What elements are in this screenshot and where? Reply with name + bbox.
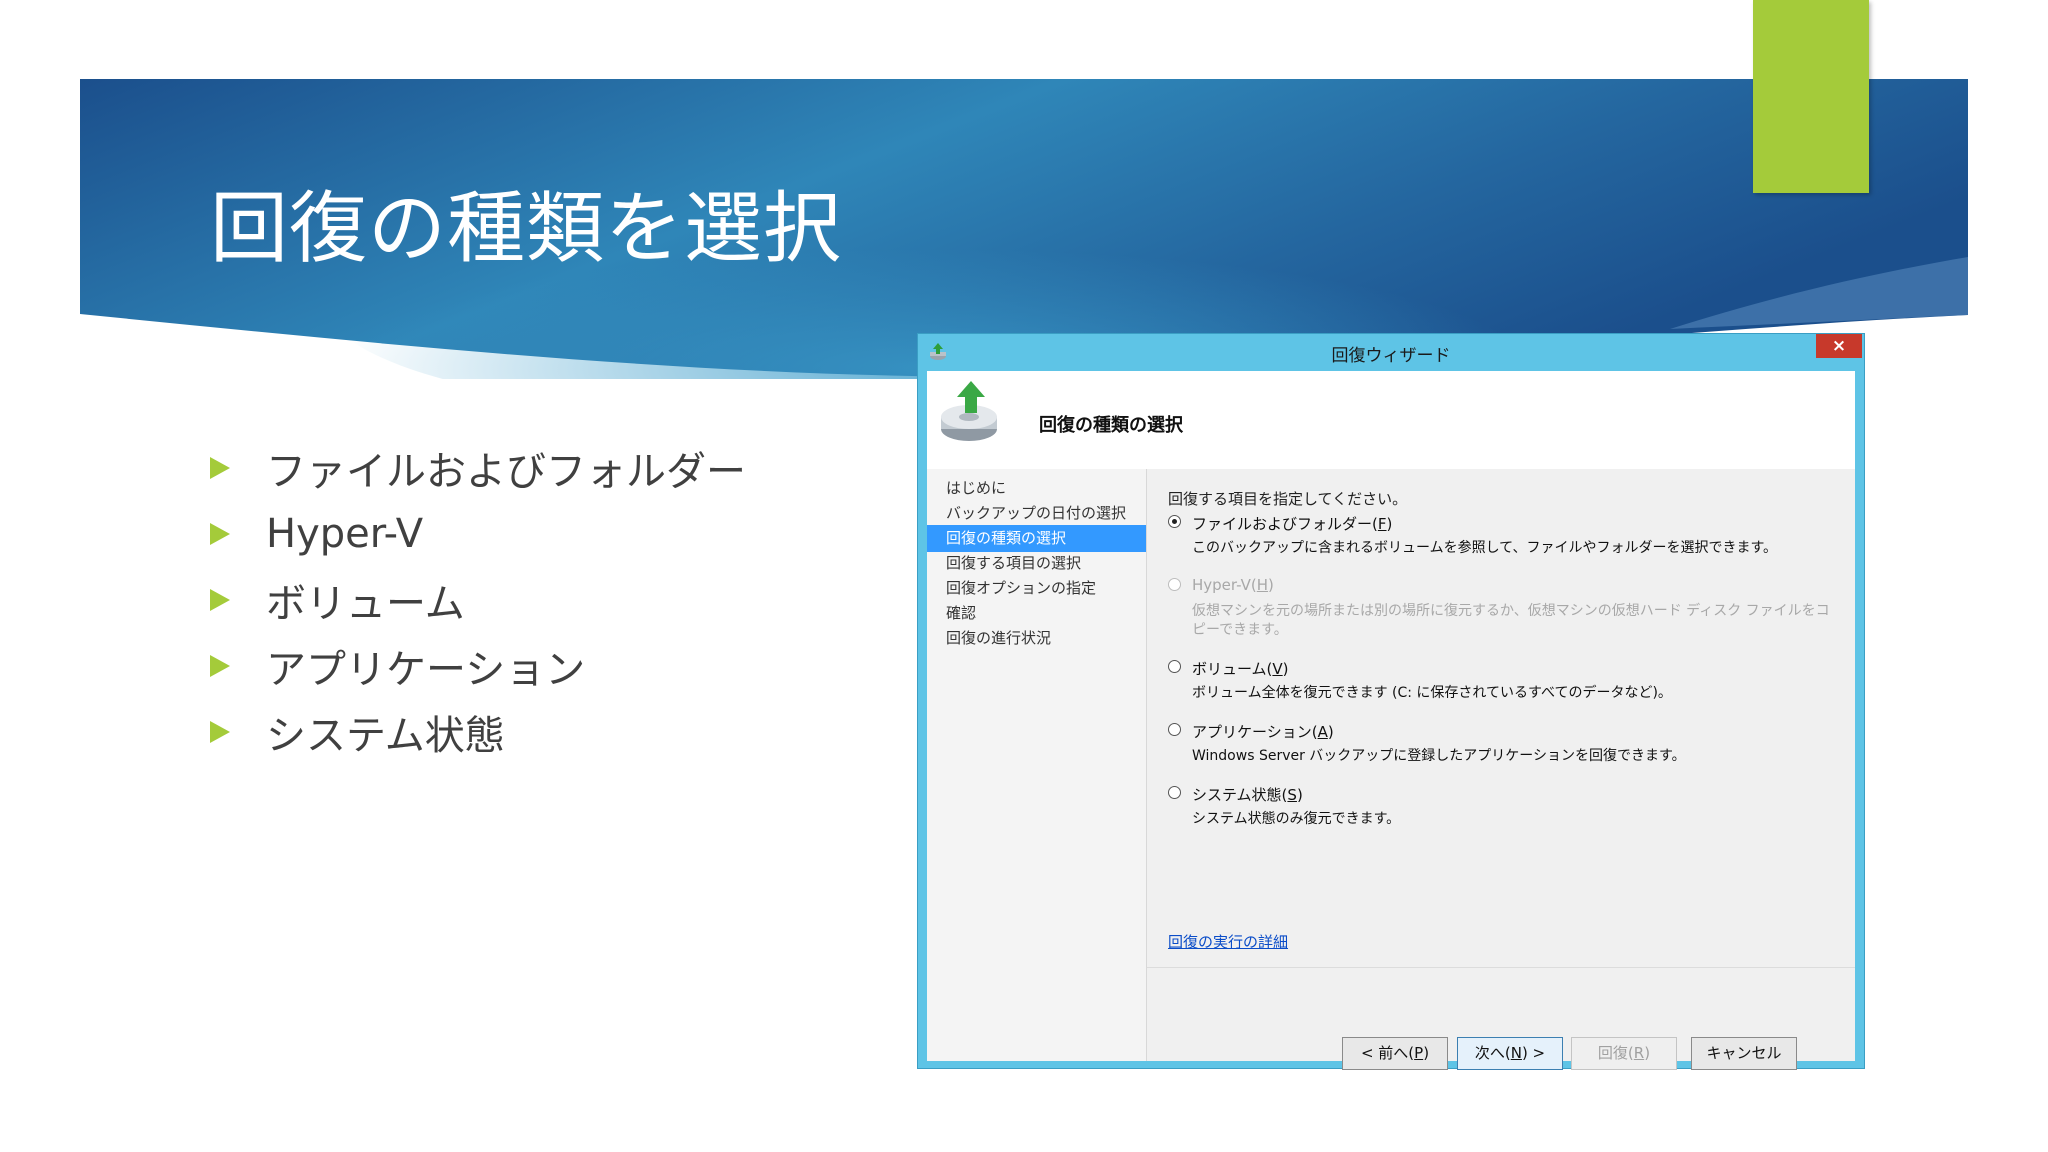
option-description: 仮想マシンを元の場所または別の場所に復元するか、仮想マシンの仮想ハード ディスク… — [1192, 603, 1830, 638]
button-separator — [1147, 967, 1855, 968]
nav-step-progress[interactable]: 回復の進行状況 — [927, 625, 1146, 652]
nav-step-backup-date[interactable]: バックアップの日付の選択 — [927, 500, 1146, 527]
next-button[interactable]: 次へ(N) > — [1457, 1037, 1563, 1070]
slide-title: 回復の種類を選択 — [210, 184, 843, 274]
option-description: このバックアップに含まれるボリュームを参照して、ファイルやフォルダーを選択できま… — [1192, 540, 1778, 556]
nav-step-start[interactable]: はじめに — [927, 475, 1146, 502]
bullet-triangle-icon — [210, 523, 230, 545]
bullet-item: アプリケーション — [210, 633, 746, 699]
option-description: システム状態のみ復元できます。 — [1192, 811, 1401, 827]
radio-system-state[interactable] — [1168, 786, 1181, 799]
accent-bar — [1753, 0, 1869, 193]
nav-step-recovery-type[interactable]: 回復の種類の選択 — [927, 525, 1146, 552]
recover-button: 回復(R) — [1571, 1037, 1677, 1070]
close-button[interactable]: × — [1816, 334, 1862, 358]
bullet-item: Hyper-V — [210, 501, 746, 567]
radio-hyper-v — [1168, 578, 1181, 591]
wizard-content: 回復する項目を指定してください。 ファイルおよびフォルダー(F) このバックアッ… — [1147, 469, 1855, 1070]
radio-files-folders[interactable] — [1168, 515, 1181, 528]
bullet-triangle-icon — [210, 457, 230, 479]
bullet-triangle-icon — [210, 721, 230, 743]
window-title: 回復ウィザード — [1331, 346, 1451, 366]
wizard-client-area: 回復の種類の選択 はじめに バックアップの日付の選択 回復の種類の選択 回復する… — [927, 371, 1855, 1070]
recovery-wizard-window: 回復ウィザード × 回復の種類の選択 はじめに バックアップの日付の選択 回復の… — [917, 333, 1865, 1070]
radio-application[interactable] — [1168, 723, 1181, 736]
nav-step-select-items[interactable]: 回復する項目の選択 — [927, 550, 1146, 577]
bullet-triangle-icon — [210, 589, 230, 611]
nav-step-confirm[interactable]: 確認 — [927, 600, 1146, 627]
cancel-button[interactable]: キャンセル — [1691, 1037, 1797, 1070]
bullet-item: システム状態 — [210, 699, 746, 765]
option-description: ボリューム全体を復元できます (C: に保存されているすべてのデータなど)。 — [1192, 685, 1672, 701]
wizard-header: 回復の種類の選択 — [927, 371, 1855, 469]
bullet-item: ボリューム — [210, 567, 746, 633]
title-bar[interactable]: 回復ウィザード × — [918, 334, 1864, 370]
nav-step-options[interactable]: 回復オプションの指定 — [927, 575, 1146, 602]
bullet-item: ファイルおよびフォルダー — [210, 435, 746, 501]
wizard-step-nav: はじめに バックアップの日付の選択 回復の種類の選択 回復する項目の選択 回復オ… — [927, 469, 1147, 1061]
instruction-text: 回復する項目を指定してください。 — [1168, 490, 1408, 508]
bullet-list: ファイルおよびフォルダー Hyper-V ボリューム アプリケーション システム… — [210, 435, 746, 765]
option-description: Windows Server バックアップに登録したアプリケーションを回復できま… — [1192, 748, 1686, 764]
radio-volume[interactable] — [1168, 660, 1181, 673]
bullet-triangle-icon — [210, 655, 230, 677]
wizard-page-heading: 回復の種類の選択 — [1039, 415, 1183, 436]
back-button[interactable]: < 前へ(P) — [1342, 1037, 1448, 1070]
backup-recovery-icon — [941, 381, 997, 441]
recovery-details-link[interactable]: 回復の実行の詳細 — [1168, 931, 1288, 952]
